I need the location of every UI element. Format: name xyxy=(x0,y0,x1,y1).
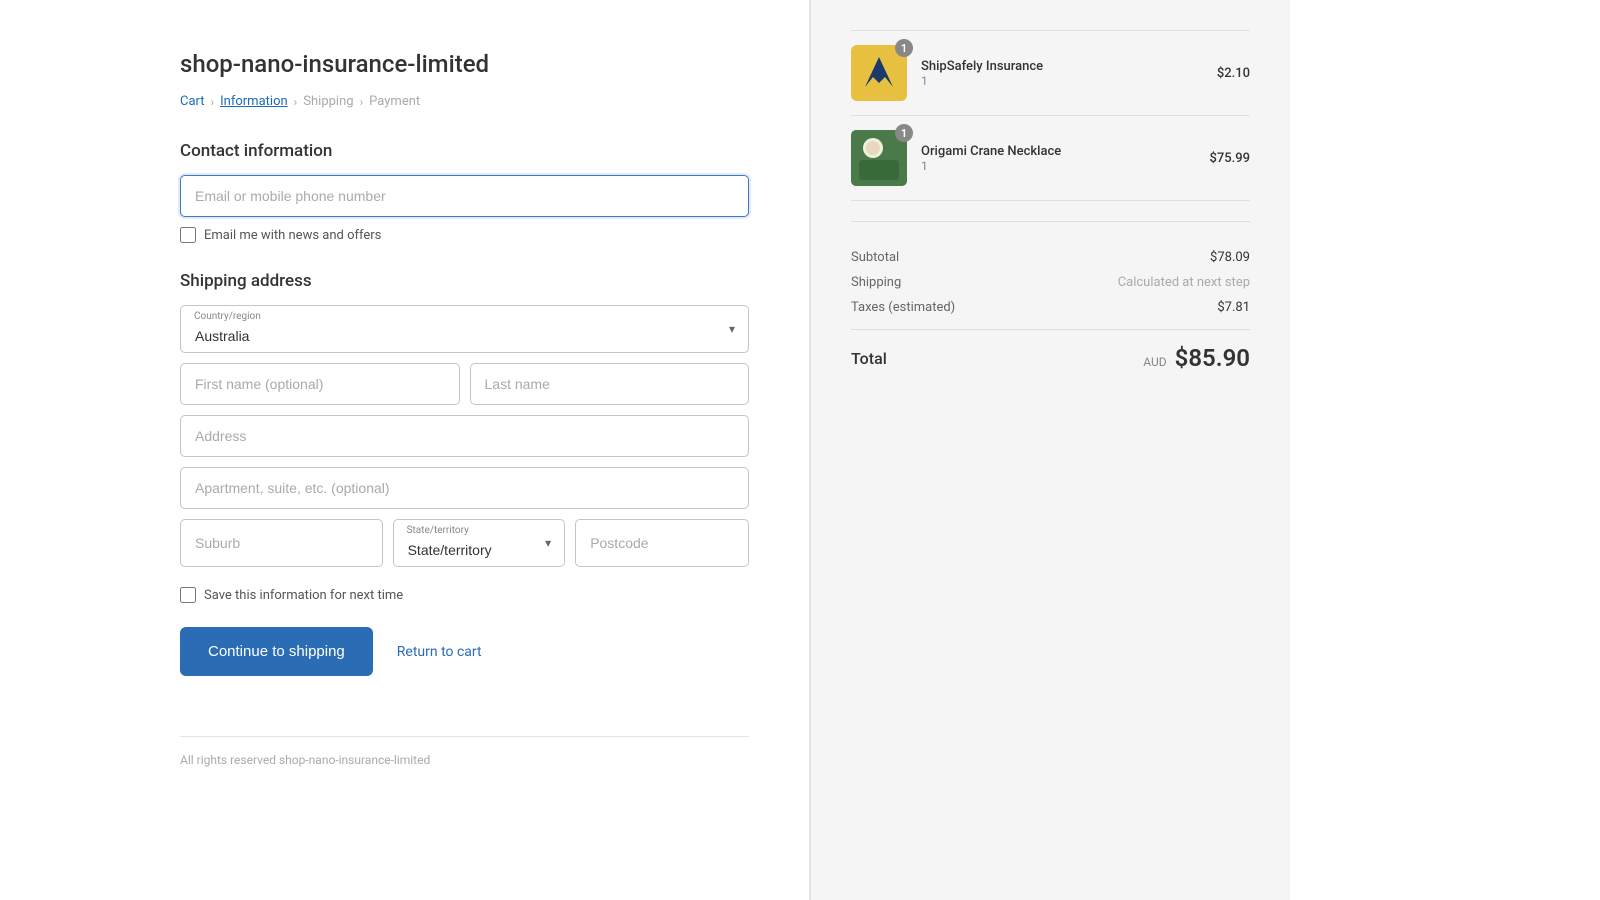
suburb-input[interactable] xyxy=(180,519,383,567)
taxes-label: Taxes (estimated) xyxy=(851,300,955,315)
subtotal-label: Subtotal xyxy=(851,250,899,265)
email-input[interactable] xyxy=(180,175,749,217)
summary-section: Subtotal $78.09 Shipping Calculated at n… xyxy=(851,236,1250,315)
order-items-list: 1 ShipSafely Insurance 1 $2.10 xyxy=(851,30,1250,201)
shipping-address-section: Shipping address Country/region Australi… xyxy=(180,271,749,567)
origami-qty: 1 xyxy=(921,159,1061,173)
shipsafely-badge: 1 xyxy=(895,39,913,57)
newsletter-label: Email me with news and offers xyxy=(204,228,381,243)
state-select[interactable]: State/territory xyxy=(393,519,566,567)
breadcrumb-payment: Payment xyxy=(369,94,420,109)
return-to-cart-link[interactable]: Return to cart xyxy=(397,644,482,660)
breadcrumb: Cart › Information › Shipping › Payment xyxy=(180,94,749,109)
shipsafely-image-wrapper: 1 xyxy=(851,45,907,101)
item-left-origami: 1 Origami Crane Necklace 1 xyxy=(851,130,1061,186)
origami-price: $75.99 xyxy=(1209,151,1250,166)
actions-row: Continue to shipping Return to cart xyxy=(180,627,749,676)
breadcrumb-shipping: Shipping xyxy=(303,94,353,109)
save-row: Save this information for next time xyxy=(180,587,749,603)
footer-text: All rights reserved shop-nano-insurance-… xyxy=(180,736,749,767)
continue-to-shipping-button[interactable]: Continue to shipping xyxy=(180,627,373,676)
apartment-input[interactable] xyxy=(180,467,749,509)
order-summary-panel: 1 ShipSafely Insurance 1 $2.10 xyxy=(810,0,1290,900)
order-item-origami: 1 Origami Crane Necklace 1 $75.99 xyxy=(851,116,1250,201)
shipsafely-name: ShipSafely Insurance xyxy=(921,59,1043,74)
origami-badge: 1 xyxy=(895,124,913,142)
subtotal-value: $78.09 xyxy=(1210,250,1250,265)
breadcrumb-cart[interactable]: Cart xyxy=(180,94,205,109)
origami-image-wrapper: 1 xyxy=(851,130,907,186)
postcode-input[interactable] xyxy=(575,519,749,567)
address-input[interactable] xyxy=(180,415,749,457)
breadcrumb-information[interactable]: Information xyxy=(220,94,288,109)
order-item-shipsafely: 1 ShipSafely Insurance 1 $2.10 xyxy=(851,30,1250,116)
item-left-shipsafely: 1 ShipSafely Insurance 1 xyxy=(851,45,1043,101)
total-label: Total xyxy=(851,349,887,368)
breadcrumb-sep-1: › xyxy=(211,95,215,109)
total-amount: $85.90 xyxy=(1175,344,1250,372)
apartment-group xyxy=(180,467,749,509)
shipping-section-title: Shipping address xyxy=(180,271,749,291)
origami-name: Origami Crane Necklace xyxy=(921,144,1061,159)
subtotal-row: Subtotal $78.09 xyxy=(851,250,1250,265)
left-panel: shop-nano-insurance-limited Cart › Infor… xyxy=(0,0,810,900)
shipping-label: Shipping xyxy=(851,275,901,290)
address-group xyxy=(180,415,749,457)
taxes-value: $7.81 xyxy=(1217,300,1250,315)
breadcrumb-sep-2: › xyxy=(294,95,298,109)
suburb-state-postcode-row: State/territory State/territory ▾ xyxy=(180,519,749,567)
taxes-row: Taxes (estimated) $7.81 xyxy=(851,300,1250,315)
country-select[interactable]: Australia xyxy=(180,305,749,353)
summary-divider-top xyxy=(851,221,1250,222)
newsletter-checkbox[interactable] xyxy=(180,227,196,243)
first-name-input[interactable] xyxy=(180,363,460,405)
shipsafely-svg xyxy=(859,53,899,93)
last-name-input[interactable] xyxy=(470,363,750,405)
shipsafely-qty: 1 xyxy=(921,74,1043,88)
breadcrumb-sep-3: › xyxy=(360,95,364,109)
contact-section-title: Contact information xyxy=(180,141,749,161)
total-currency: AUD xyxy=(1143,355,1166,369)
shipping-value: Calculated at next step xyxy=(1118,275,1250,290)
email-group xyxy=(180,175,749,217)
shipsafely-info: ShipSafely Insurance 1 xyxy=(921,59,1043,88)
total-right: AUD $85.90 xyxy=(1143,344,1250,372)
total-row: Total AUD $85.90 xyxy=(851,344,1250,372)
save-label: Save this information for next time xyxy=(204,588,403,603)
state-select-wrapper: State/territory State/territory ▾ xyxy=(393,519,566,567)
country-select-wrapper: Country/region Australia ▾ xyxy=(180,305,749,353)
name-row xyxy=(180,363,749,405)
newsletter-row: Email me with news and offers xyxy=(180,227,749,243)
origami-info: Origami Crane Necklace 1 xyxy=(921,144,1061,173)
summary-divider-bottom xyxy=(851,329,1250,330)
shipsafely-price: $2.10 xyxy=(1217,66,1250,81)
save-info-checkbox[interactable] xyxy=(180,587,196,603)
store-title: shop-nano-insurance-limited xyxy=(180,50,749,78)
shipping-row: Shipping Calculated at next step xyxy=(851,275,1250,290)
